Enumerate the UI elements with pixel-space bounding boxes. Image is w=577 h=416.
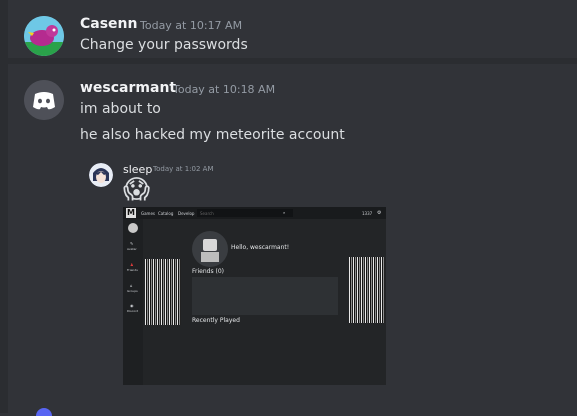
sidebar-item-avatar[interactable]: Avatar	[127, 247, 137, 251]
site-logo[interactable]: M	[126, 208, 136, 218]
discord-icon: ◉	[130, 303, 134, 308]
glitch-artifact-left	[145, 259, 181, 325]
message-text: Change your passwords	[80, 37, 248, 53]
screenshot-topbar: M Games Catalog Develop Search ⌕ 1337 ⚙	[123, 207, 386, 219]
avatar-body-icon	[201, 252, 219, 262]
message-casenn: Casenn Today at 10:17 AM Change your pas…	[8, 0, 577, 58]
search-icon: ⌕	[283, 210, 286, 215]
avatar-casenn[interactable]	[24, 16, 64, 56]
avatar-head-icon	[203, 239, 217, 251]
sidebar-item-groups[interactable]: Groups	[127, 289, 138, 293]
message-text: he also hacked my meteorite account	[80, 127, 345, 143]
glitch-artifact-right	[349, 257, 385, 323]
sidebar-item-discord[interactable]: Discord	[127, 309, 138, 313]
reply-timestamp: Today at 1:02 AM	[153, 165, 214, 173]
greeting-text: Hello, wescarmant!	[231, 244, 290, 251]
author-name[interactable]: Casenn	[80, 16, 137, 32]
avatar-wescarmant[interactable]	[24, 80, 64, 120]
author-name[interactable]: wescarmant	[80, 80, 176, 96]
avatar-sleep[interactable]	[89, 163, 113, 187]
currency-balance[interactable]: 1337	[362, 211, 372, 216]
nav-develop[interactable]: Develop	[178, 211, 194, 216]
timestamp: Today at 10:17 AM	[140, 19, 243, 32]
timestamp: Today at 10:18 AM	[173, 83, 276, 96]
left-edge	[0, 0, 8, 413]
sidebar-item-friends[interactable]: Friends	[127, 268, 138, 272]
groups-icon: ⌂	[130, 283, 133, 288]
scream-emoji: 😱	[123, 175, 151, 205]
pencil-icon: ✎	[130, 241, 134, 246]
screenshot-sidebar: ✎ Avatar ♟ Friends ⌂ Groups ◉ Discord	[123, 219, 143, 385]
search-input[interactable]: Search ⌕	[197, 209, 293, 217]
embedded-screenshot[interactable]: M Games Catalog Develop Search ⌕ 1337 ⚙ …	[123, 207, 386, 385]
profile-avatar[interactable]	[192, 231, 228, 267]
settings-icon[interactable]: ⚙	[377, 210, 381, 216]
user-avatar-icon[interactable]	[128, 223, 138, 233]
recently-played-heading: Recently Played	[192, 317, 240, 324]
friends-heading: Friends (0)	[192, 268, 224, 275]
friends-icon: ♟	[130, 262, 134, 267]
nav-games[interactable]: Games	[141, 211, 155, 216]
message-text: im about to	[80, 101, 161, 117]
discord-icon	[24, 80, 64, 120]
friends-panel	[192, 277, 338, 315]
nav-catalog[interactable]: Catalog	[158, 211, 173, 216]
